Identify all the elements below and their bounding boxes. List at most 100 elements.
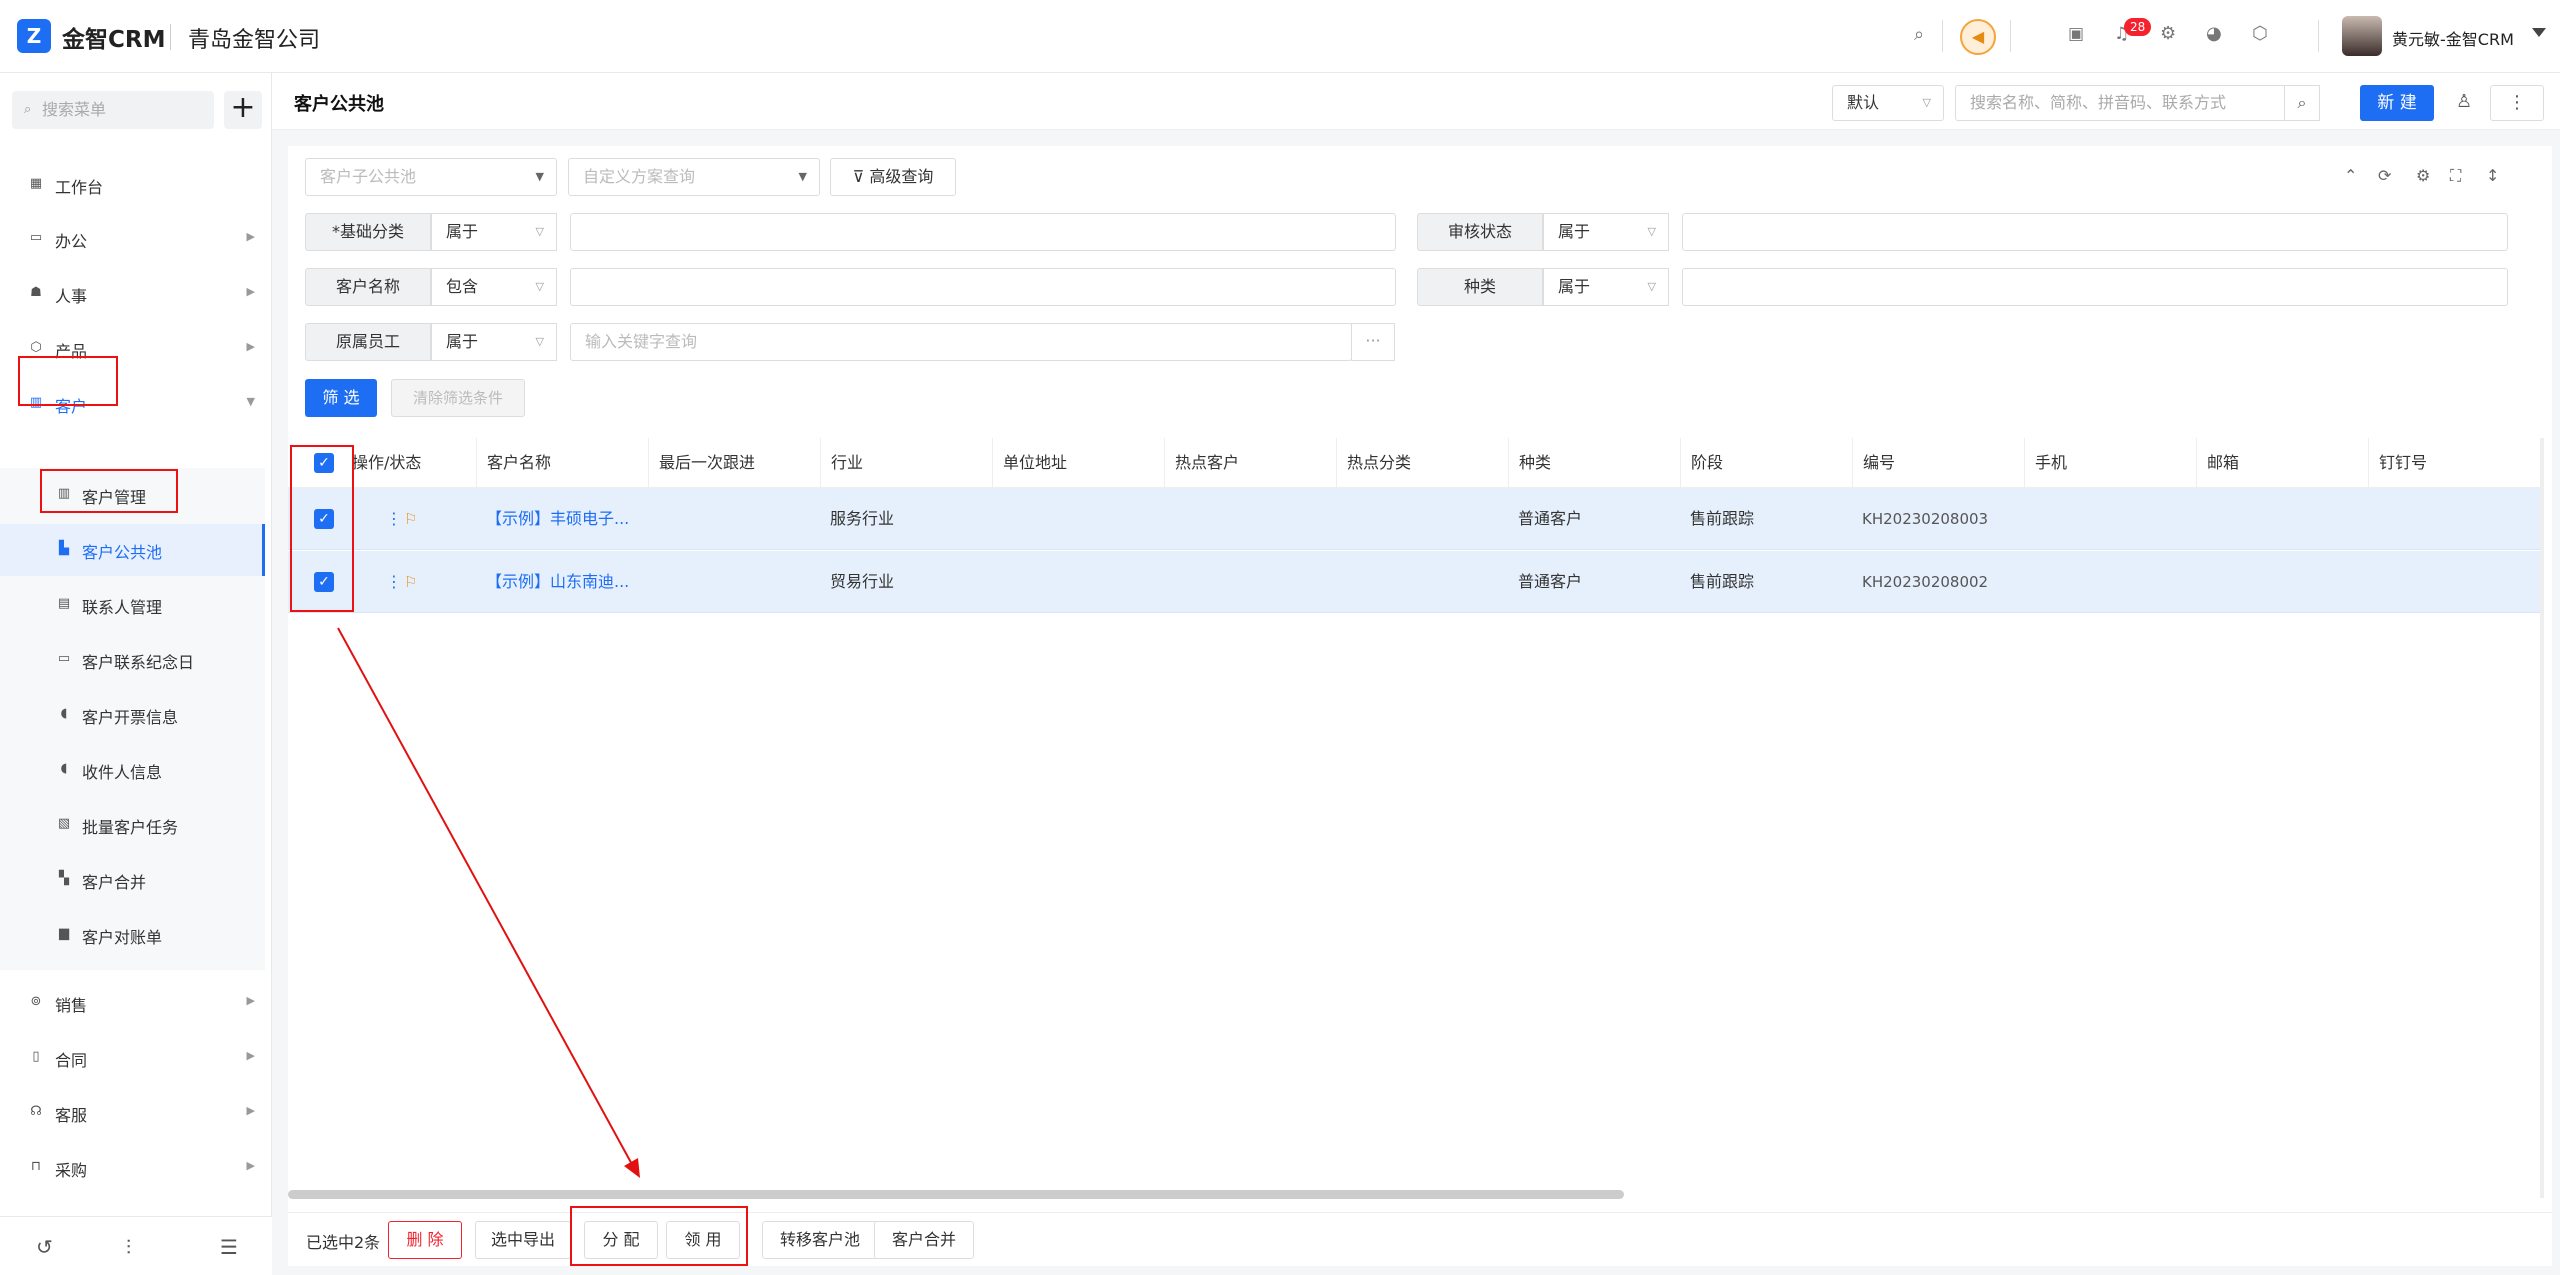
sliders-icon[interactable]: ⫶ — [126, 1235, 131, 1259]
sidebar-item-service[interactable]: ☊ 客服 ▶ — [0, 1087, 265, 1139]
scheme-select[interactable]: 自定义方案查询 ▼ — [568, 158, 820, 196]
sidebar-item-contacts[interactable]: ▤ 联系人管理 — [0, 579, 265, 631]
assign-button[interactable]: 分 配 — [584, 1221, 658, 1259]
filter-op-kind[interactable]: 属于 ▽ — [1543, 268, 1669, 306]
claim-button[interactable]: 领 用 — [666, 1221, 740, 1259]
inbox-icon[interactable]: ▣ — [2068, 24, 2084, 44]
sidebar-item-office[interactable]: ▭ 办公 ▶ — [0, 213, 265, 265]
filter-op-audit[interactable]: 属于 ▽ — [1543, 213, 1669, 251]
chevron-down-icon: ▽ — [1922, 96, 1931, 109]
sidebar-item-contract[interactable]: ▯ 合同 ▶ — [0, 1032, 265, 1084]
search-icon[interactable]: ⌕ — [2284, 85, 2320, 121]
pie-chart-icon[interactable]: ◕ — [2206, 23, 2222, 44]
export-selected-button[interactable]: 选中导出 — [475, 1221, 571, 1259]
company-name[interactable]: 青岛金智公司 — [188, 22, 320, 54]
flag-icon[interactable]: ⚐ — [394, 488, 417, 550]
table-row[interactable]: ✓ ⋮ ⚐ 【示例】丰硕电子... 服务行业 普通客户 售前跟踪 KH20230… — [288, 488, 2544, 550]
column-header[interactable]: 最后一次跟进 — [648, 438, 820, 488]
fullscreen-icon[interactable]: ⛶ — [2450, 166, 2461, 186]
refresh-icon[interactable]: ⟳ — [2378, 166, 2391, 185]
customer-name-link[interactable]: 【示例】山东南迪... — [476, 551, 629, 613]
add-menu-button[interactable]: + — [224, 91, 262, 129]
sidebar-item-customer[interactable]: ▥ 客户 ▼ — [0, 378, 265, 430]
search-icon[interactable]: ⌕ — [1914, 24, 1924, 45]
user-name[interactable]: 黄元敏-金智CRM — [2392, 26, 2514, 50]
filter-op-employee[interactable]: 属于 ▽ — [431, 323, 557, 361]
table-row[interactable]: ✓ ⋮ ⚐ 【示例】山东南迪... 贸易行业 普通客户 售前跟踪 KH20230… — [288, 551, 2544, 613]
sidebar-item-merge[interactable]: ▚ 客户合并 — [0, 854, 265, 906]
sidebar-item-label: 合同 — [55, 1051, 88, 1070]
history-icon[interactable]: ↺ — [36, 1235, 53, 1259]
sub-pool-select[interactable]: 客户子公共池 ▼ — [305, 158, 557, 196]
customer-name-link[interactable]: 【示例】丰硕电子... — [476, 488, 629, 550]
clear-filter-button[interactable]: 清除筛选条件 — [391, 379, 525, 417]
row-checkbox[interactable]: ✓ — [314, 509, 334, 529]
sidebar-item-recipient[interactable]: ◖ 收件人信息 — [0, 744, 265, 796]
filter-input-category[interactable] — [570, 213, 1396, 251]
filter-button[interactable]: 筛 选 — [305, 379, 377, 417]
contact-icon: ▤ — [57, 596, 71, 611]
row-checkbox[interactable]: ✓ — [314, 572, 334, 592]
avatar[interactable] — [2342, 16, 2382, 56]
column-header[interactable]: 种类 — [1508, 438, 1680, 488]
filter-input-kind[interactable] — [1682, 268, 2508, 306]
sidebar-item-batch-task[interactable]: ▧ 批量客户任务 — [0, 799, 265, 851]
top-bar: Z 金智CRM 青岛金智公司 ⌕ ◀ ▣ ♫ 28 ⚙ ◕ ⬡ 黄元敏-金智CR… — [0, 0, 2560, 73]
filter-input-employee[interactable]: 输入关键字查询 — [570, 323, 1352, 361]
column-header[interactable]: 钉钉号 — [2368, 438, 2540, 488]
vertical-scrollbar[interactable] — [2540, 438, 2544, 1198]
new-button[interactable]: 新 建 — [2360, 85, 2434, 121]
cube-icon[interactable]: ⬡ — [2252, 23, 2268, 44]
column-header[interactable]: 热点客户 — [1164, 438, 1336, 488]
more-button[interactable]: ⋮ — [2490, 85, 2544, 121]
global-search-input[interactable]: 搜索名称、简称、拼音码、联系方式 — [1955, 85, 2285, 121]
collapse-menu-icon[interactable]: ☰ — [220, 1235, 238, 1259]
filter-input-name[interactable] — [570, 268, 1396, 306]
transfer-pool-button[interactable]: 转移客户池 — [762, 1221, 878, 1259]
sidebar-item-workbench[interactable]: ▦ 工作台 — [0, 159, 265, 211]
sidebar-item-sales[interactable]: ⊚ 销售 ▶ — [0, 977, 265, 1029]
column-header[interactable]: 热点分类 — [1336, 438, 1508, 488]
filter-op-category[interactable]: 属于 ▽ — [431, 213, 557, 251]
column-header[interactable]: 编号 — [1852, 438, 2024, 488]
select-all-checkbox[interactable]: ✓ — [314, 453, 334, 473]
advanced-query-button[interactable]: ⊽ 高级查询 — [830, 158, 956, 196]
sidebar-item-hr[interactable]: ☗ 人事 ▶ — [0, 268, 265, 320]
column-header[interactable]: 手机 — [2024, 438, 2196, 488]
merge-customer-button[interactable]: 客户合并 — [874, 1221, 974, 1259]
settings-icon[interactable]: ⚙ — [2160, 23, 2176, 44]
column-header[interactable]: 操作/状态 — [342, 438, 460, 488]
column-header[interactable]: 行业 — [820, 438, 992, 488]
sales-icon: ⊚ — [30, 994, 42, 1009]
column-header[interactable]: 邮箱 — [2196, 438, 2368, 488]
filter-input-audit[interactable] — [1682, 213, 2508, 251]
view-select[interactable]: 默认 ▽ — [1832, 85, 1944, 121]
sidebar-item-product[interactable]: ⬡ 产品 ▶ — [0, 323, 265, 375]
flag-icon[interactable]: ⚐ — [394, 551, 417, 613]
column-header[interactable]: 单位地址 — [992, 438, 1164, 488]
row-height-icon[interactable]: ↕ — [2486, 166, 2499, 185]
user-icon[interactable]: ♙ — [2456, 91, 2472, 112]
sidebar-item-anniversary[interactable]: ▭ 客户联系纪念日 — [0, 634, 265, 686]
sound-icon[interactable]: ◀ — [1960, 19, 1996, 55]
sidebar-item-inventory[interactable]: ⌂ 库存 ▶ — [0, 1197, 265, 1216]
collapse-up-icon[interactable]: ⌃ — [2344, 166, 2357, 185]
menu-search-input[interactable]: ⌕ 搜索菜单 — [12, 91, 214, 129]
more-options-icon[interactable]: ··· — [1351, 323, 1395, 361]
sidebar-item-purchase[interactable]: ⊓ 采购 ▶ — [0, 1142, 265, 1194]
horizontal-scrollbar[interactable] — [288, 1190, 1624, 1199]
delete-button[interactable]: 删 除 — [388, 1221, 462, 1259]
column-header[interactable]: 阶段 — [1680, 438, 1852, 488]
settings-icon[interactable]: ⚙ — [2416, 166, 2430, 185]
box-icon: ⬡ — [30, 340, 42, 355]
sidebar-item-label: 批量客户任务 — [82, 818, 179, 837]
column-header[interactable]: 客户名称 — [476, 438, 648, 488]
sidebar-item-customer-management[interactable]: ▥ 客户管理 — [0, 469, 265, 521]
sidebar-item-statement[interactable]: ▆ 客户对账单 — [0, 909, 265, 961]
filter-op-name[interactable]: 包含 ▽ — [431, 268, 557, 306]
selected-count: 已选中2条 — [306, 1233, 381, 1252]
sidebar-item-invoice[interactable]: ◖ 客户开票信息 — [0, 689, 265, 741]
merge-icon: ▚ — [59, 871, 69, 886]
sidebar-item-customer-pool[interactable]: ▙ 客户公共池 — [0, 524, 265, 576]
chevron-down-icon[interactable] — [2532, 28, 2546, 37]
